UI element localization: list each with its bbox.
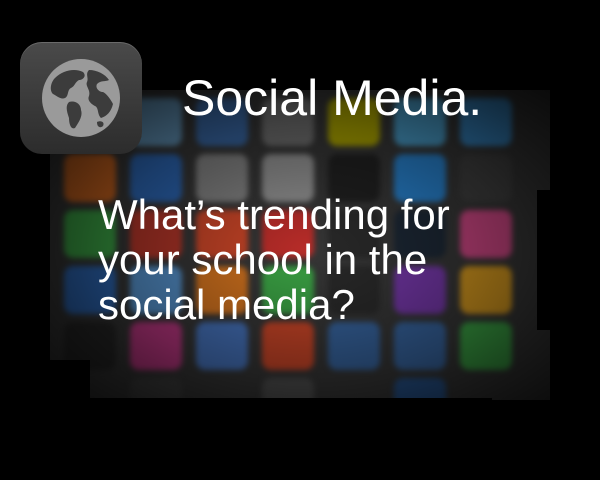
dark-overlay-bar [537,190,563,330]
dark-overlay-bar [50,360,90,400]
dark-overlay-bar [88,398,492,434]
globe-icon [42,59,120,137]
slide-title: Social Media. [182,70,483,126]
slide-question: What’s trending for your school in the s… [98,191,450,328]
slide: Social Media. What’s trending for your s… [0,0,600,480]
globe-app-icon [20,42,142,154]
